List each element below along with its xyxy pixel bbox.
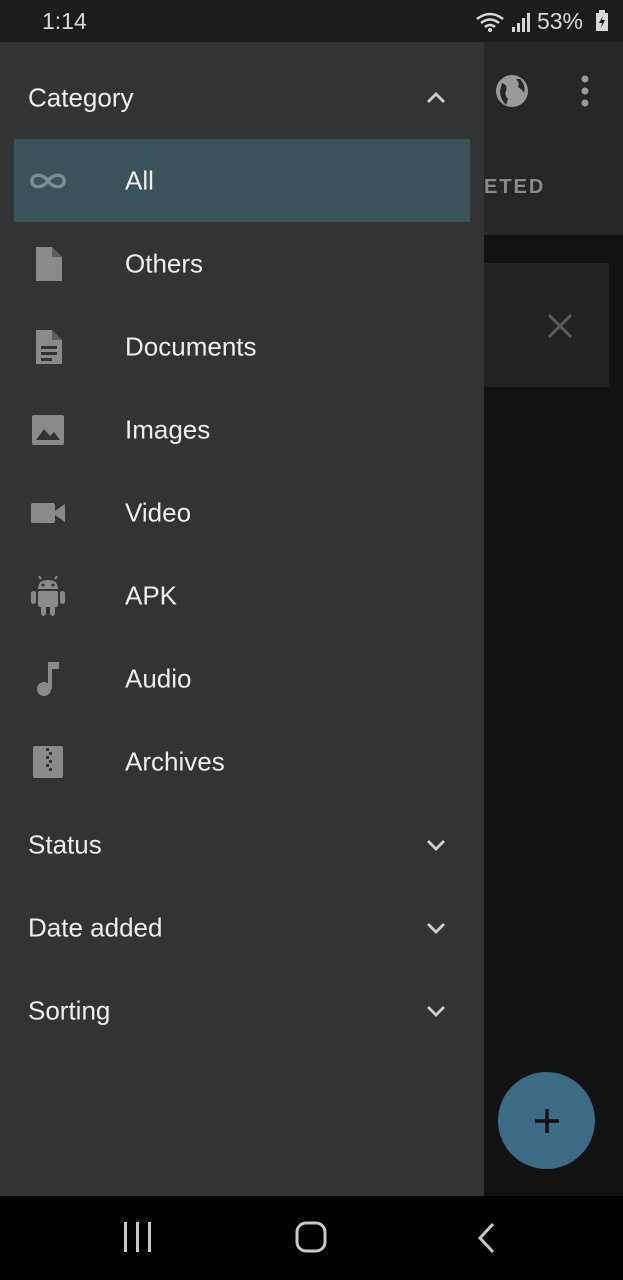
category-item-label: Images [125, 414, 211, 444]
image-icon [28, 410, 68, 450]
document-icon [28, 327, 68, 367]
category-header[interactable]: Category [0, 56, 484, 139]
date-added-header[interactable]: Date added [0, 886, 484, 969]
category-item-label: Others [125, 248, 204, 278]
category-item-label: All [125, 165, 154, 195]
music-note-icon [28, 659, 68, 699]
archive-icon [28, 742, 68, 782]
video-icon [28, 493, 68, 533]
home-icon[interactable] [294, 1218, 328, 1258]
category-item-documents[interactable]: Documents [14, 305, 470, 388]
date-added-label: Date added [28, 912, 163, 942]
category-item-audio[interactable]: Audio [14, 637, 470, 720]
category-item-video[interactable]: Video [14, 471, 470, 554]
category-item-label: Video [125, 497, 192, 527]
chevron-down-icon [427, 839, 445, 851]
sorting-header[interactable]: Sorting [0, 969, 484, 1052]
category-item-label: Documents [125, 331, 257, 361]
battery-percent: 53% [536, 8, 583, 34]
status-header[interactable]: Status [0, 803, 484, 886]
plus-icon [534, 1108, 559, 1133]
recents-icon[interactable] [122, 1218, 154, 1258]
filter-drawer: Category All Others Documents Images Vid… [0, 42, 484, 1196]
android-icon [28, 574, 68, 616]
chevron-up-icon [427, 91, 445, 103]
signal-icon [511, 12, 530, 32]
more-vert-icon[interactable] [573, 73, 597, 109]
category-item-images[interactable]: Images [14, 388, 470, 471]
category-item-apk[interactable]: APK [14, 554, 470, 637]
sorting-label: Sorting [28, 995, 111, 1025]
chevron-down-icon [427, 1005, 445, 1017]
navigation-bar [0, 1196, 623, 1280]
status-time: 1:14 [42, 8, 87, 34]
category-item-others[interactable]: Others [14, 222, 470, 305]
category-item-archives[interactable]: Archives [14, 720, 470, 803]
category-item-label: Audio [125, 663, 192, 693]
category-item-label: APK [125, 580, 178, 610]
battery-icon [596, 10, 608, 31]
back-icon[interactable] [474, 1218, 498, 1258]
infinity-icon [28, 161, 68, 201]
file-icon [28, 244, 68, 284]
chevron-down-icon [427, 922, 445, 934]
category-item-all[interactable]: All [14, 139, 470, 222]
globe-icon[interactable] [494, 73, 530, 109]
status-label: Status [28, 829, 102, 859]
tab-completed[interactable]: ETED [484, 176, 545, 199]
status-bar: 1:14 53% [0, 0, 623, 42]
wifi-icon [476, 12, 504, 32]
category-item-label: Archives [125, 746, 225, 776]
close-icon[interactable] [546, 312, 574, 340]
category-label: Category [28, 82, 134, 112]
add-fab-button[interactable] [498, 1072, 595, 1169]
